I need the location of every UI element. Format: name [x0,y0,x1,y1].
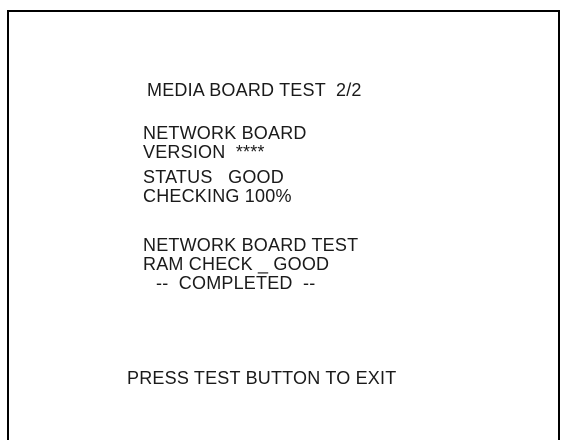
network-board-label: NETWORK BOARD [143,123,307,143]
page-title: MEDIA BOARD TEST 2/2 [147,80,362,100]
exit-instruction: PRESS TEST BUTTON TO EXIT [127,368,397,388]
network-board-status: STATUS GOOD [143,167,284,187]
network-board-checking: CHECKING 100% [143,186,292,206]
network-board-version: VERSION **** [143,142,265,162]
ram-check-status: RAM CHECK _ GOOD [143,254,330,274]
test-completed-status: -- COMPLETED -- [156,273,316,293]
network-board-test-label: NETWORK BOARD TEST [143,235,359,255]
